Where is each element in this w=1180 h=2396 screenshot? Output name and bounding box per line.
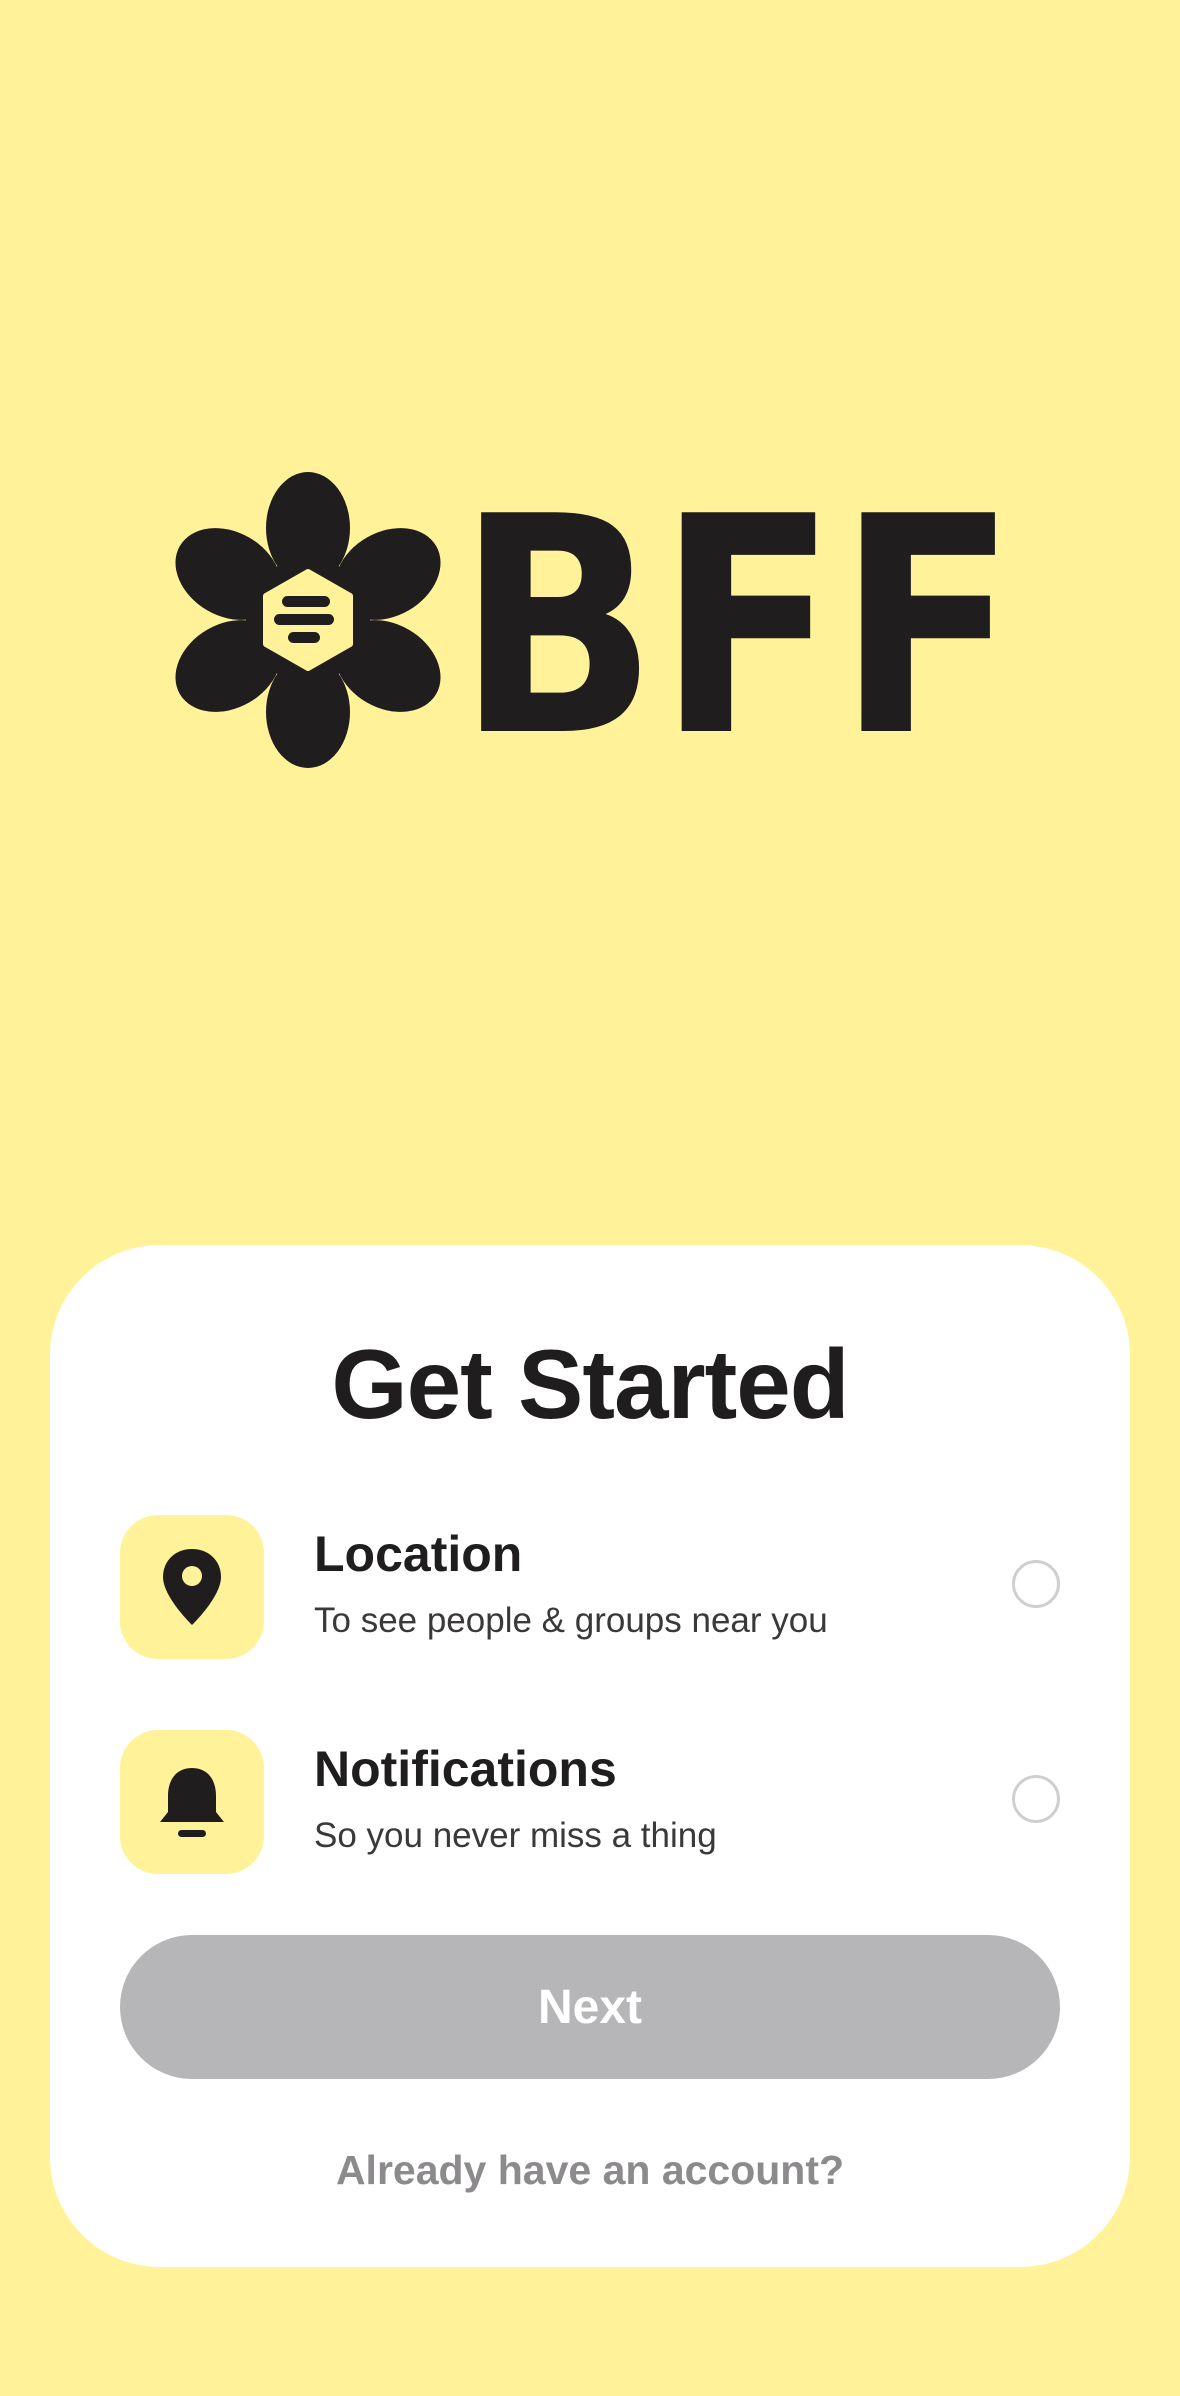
permission-subtitle: To see people & groups near you bbox=[314, 1601, 828, 1640]
already-have-account-link[interactable]: Already have an account? bbox=[50, 2150, 1130, 2191]
bff-logo: BFF bbox=[160, 453, 1020, 802]
location-pin-icon bbox=[163, 1549, 221, 1625]
permission-subtitle: So you never miss a thing bbox=[314, 1816, 717, 1855]
location-icon-box bbox=[120, 1515, 264, 1659]
svg-text:BFF: BFF bbox=[457, 460, 1017, 780]
get-started-card: Get Started Location To see people & gro… bbox=[50, 1245, 1130, 2267]
permission-title: Location bbox=[314, 1526, 523, 1582]
card-title: Get Started bbox=[331, 1329, 849, 1439]
location-radio[interactable] bbox=[1012, 1560, 1060, 1608]
permission-row-notifications[interactable]: Notifications So you never miss a thing bbox=[120, 1730, 1060, 1874]
next-button[interactable]: Next bbox=[120, 1935, 1060, 2079]
bell-icon bbox=[160, 1768, 224, 1837]
notifications-radio[interactable] bbox=[1012, 1775, 1060, 1823]
notifications-icon-box bbox=[120, 1730, 264, 1874]
permission-row-location[interactable]: Location To see people & groups near you bbox=[120, 1515, 1060, 1659]
permission-title: Notifications bbox=[314, 1741, 617, 1797]
